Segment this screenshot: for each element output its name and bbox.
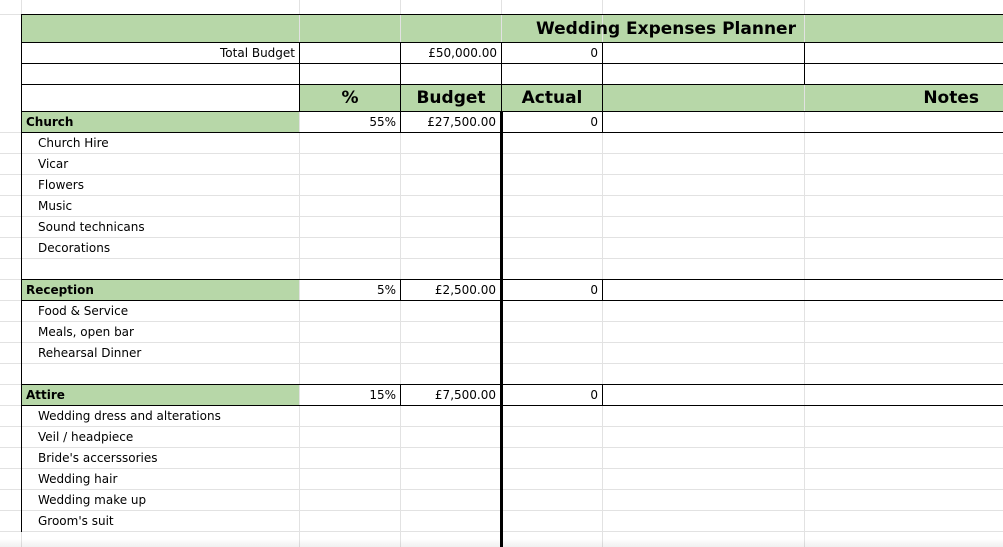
section-church[interactable]: Church [22,112,299,133]
border [602,112,603,132]
header-percent[interactable]: % [300,87,400,109]
spreadsheet-grid[interactable]: Wedding Expenses Planner Total Budget £5… [0,0,1003,547]
section-reception-percent[interactable]: 5% [300,280,400,301]
expense-item[interactable]: Decorations [22,238,299,259]
total-actual-value[interactable]: 0 [502,43,602,64]
expense-item[interactable]: Food & Service [22,301,299,322]
expense-item[interactable]: Music [22,196,299,217]
header-budget[interactable]: Budget [401,87,501,109]
section-attire-budget[interactable]: £7,500.00 [401,385,500,406]
expense-item[interactable]: Church Hire [22,133,299,154]
bottom-shadow [0,539,1003,547]
section-attire[interactable]: Attire [22,385,299,406]
section-reception-actual[interactable]: 0 [503,280,602,301]
section-church-percent[interactable]: 55% [300,112,400,133]
expense-item[interactable]: Veil / headpiece [22,427,299,448]
expense-item[interactable]: Wedding dress and alterations [22,406,299,427]
border [804,42,805,84]
border [602,280,603,300]
border [21,84,1003,85]
expense-item[interactable]: Flowers [22,175,299,196]
header-actual[interactable]: Actual [502,87,602,109]
section-attire-percent[interactable]: 15% [300,385,400,406]
section-attire-actual[interactable]: 0 [503,385,602,406]
expense-item[interactable]: Sound technicans [22,217,299,238]
expense-item[interactable]: Vicar [22,154,299,175]
expense-item[interactable]: Wedding make up [22,490,299,511]
border [602,385,603,405]
section-church-budget[interactable]: £27,500.00 [401,112,500,133]
thick-border [500,112,503,547]
header-notes[interactable]: Notes [603,87,983,109]
sheet-title[interactable]: Wedding Expenses Planner [501,16,831,42]
section-church-actual[interactable]: 0 [503,112,602,133]
total-budget-value[interactable]: £50,000.00 [401,43,501,64]
section-reception-budget[interactable]: £2,500.00 [401,280,500,301]
expense-item[interactable]: Groom's suit [22,511,299,532]
expense-item[interactable]: Rehearsal Dinner [22,343,299,364]
border [21,14,1003,15]
section-reception[interactable]: Reception [22,280,299,301]
expense-item[interactable]: Meals, open bar [22,322,299,343]
total-budget-label[interactable]: Total Budget [22,43,299,64]
expense-item[interactable]: Bride's accerssories [22,448,299,469]
expense-item[interactable]: Wedding hair [22,469,299,490]
